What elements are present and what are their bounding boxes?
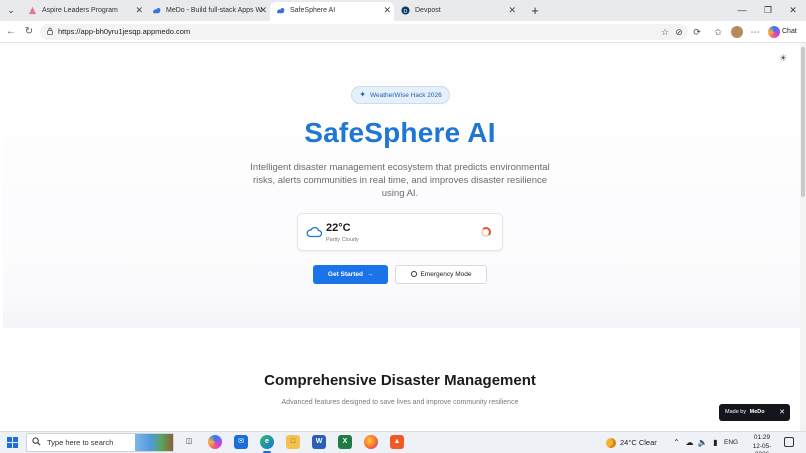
close-window-icon[interactable]: ✕ bbox=[785, 2, 801, 19]
word-icon[interactable]: W bbox=[312, 435, 326, 449]
url-text: https://app-bh0yru1jesqp.appmedo.com bbox=[58, 27, 191, 36]
sparkle-icon: ✦ bbox=[359, 90, 366, 99]
get-started-label: Get Started bbox=[327, 271, 363, 278]
copilot-icon bbox=[768, 26, 780, 38]
hackathon-badge: ✦ WeatherWise Hack 2026 bbox=[351, 86, 450, 104]
taskbar-search-box[interactable]: Type here to search bbox=[26, 433, 174, 452]
tab-title: SafeSphere AI bbox=[290, 7, 336, 14]
edge-browser-icon[interactable]: e bbox=[260, 435, 274, 449]
tracking-prevention-icon[interactable]: ⊘ bbox=[673, 26, 685, 38]
arrow-right-icon: → bbox=[364, 271, 374, 278]
extensions-icon[interactable]: ⟳ bbox=[691, 26, 703, 38]
favorites-icon[interactable]: ✩ bbox=[712, 26, 724, 38]
refresh-icon[interactable]: ↻ bbox=[22, 25, 36, 39]
aspire-icon bbox=[28, 6, 37, 15]
volume-icon[interactable]: 🔈 bbox=[697, 437, 708, 448]
windows-taskbar: Type here to search ◫ ✉ e □ W X ▲ 24°C C… bbox=[0, 431, 806, 453]
firefox-icon[interactable] bbox=[364, 435, 378, 449]
tab-aspire-leaders[interactable]: Aspire Leaders Program ✕ bbox=[22, 2, 146, 21]
tab-close-icon[interactable]: ✕ bbox=[135, 2, 143, 19]
tab-actions-chevron-icon[interactable]: ⌄ bbox=[4, 3, 18, 17]
profile-avatar[interactable] bbox=[731, 26, 743, 38]
scrollbar-thumb[interactable] bbox=[801, 47, 805, 197]
task-view-icon[interactable]: ◫ bbox=[182, 435, 196, 449]
loading-spinner-icon bbox=[481, 227, 491, 237]
made-by-medo-banner[interactable]: Made by MeDo ✕ bbox=[719, 404, 790, 421]
theme-toggle-sun-icon[interactable]: ☀ bbox=[777, 52, 789, 64]
search-placeholder: Type here to search bbox=[47, 438, 114, 447]
devpost-icon: D bbox=[401, 6, 410, 15]
emergency-mode-button[interactable]: Emergency Mode bbox=[395, 265, 487, 284]
copilot-chat-button[interactable]: Chat bbox=[768, 25, 797, 39]
banner-close-icon[interactable]: ✕ bbox=[779, 404, 785, 421]
get-started-button[interactable]: Get Started → bbox=[313, 265, 388, 284]
favorite-star-icon[interactable]: ☆ bbox=[659, 26, 671, 38]
tab-close-icon[interactable]: ✕ bbox=[508, 2, 516, 19]
svg-text:D: D bbox=[404, 9, 408, 15]
windows-start-icon[interactable] bbox=[7, 437, 18, 448]
new-tab-plus-icon[interactable]: + bbox=[528, 2, 542, 19]
alert-circle-icon bbox=[410, 271, 417, 277]
weather-temperature: 22°C bbox=[326, 222, 351, 234]
brave-browser-icon[interactable]: ▲ bbox=[390, 435, 404, 449]
medo-icon bbox=[276, 7, 285, 14]
cloud-icon bbox=[306, 226, 322, 238]
moon-icon bbox=[606, 438, 616, 448]
search-highlight-image bbox=[135, 434, 173, 451]
medo-icon bbox=[152, 7, 161, 14]
medo-brand: MeDo bbox=[749, 409, 765, 415]
page-scrollbar[interactable] bbox=[800, 43, 806, 431]
restore-icon[interactable]: ❐ bbox=[760, 2, 776, 19]
tab-close-icon[interactable]: ✕ bbox=[259, 2, 267, 19]
copilot-taskbar-icon[interactable] bbox=[208, 435, 222, 449]
section-subtitle: Advanced features designed to save lives… bbox=[281, 399, 519, 406]
tab-devpost[interactable]: D Devpost ✕ bbox=[395, 2, 519, 21]
chat-label: Chat bbox=[782, 28, 797, 35]
weather-condition: Partly Cloudy bbox=[326, 237, 359, 243]
tray-weather[interactable]: 24°C Clear bbox=[606, 432, 657, 453]
tab-title: Aspire Leaders Program bbox=[42, 7, 118, 14]
notifications-icon[interactable] bbox=[784, 437, 794, 447]
section-title: Comprehensive Disaster Management bbox=[264, 372, 536, 389]
made-by-prefix: Made by bbox=[725, 409, 747, 415]
page-subtitle: Intelligent disaster management ecosyste… bbox=[250, 162, 550, 199]
tab-safesphere[interactable]: SafeSphere AI ✕ bbox=[270, 2, 394, 21]
file-explorer-icon[interactable]: □ bbox=[286, 435, 300, 449]
clock[interactable]: 01:29 12-05-2026 bbox=[746, 434, 778, 453]
battery-icon[interactable]: ▮ bbox=[710, 437, 721, 448]
lock-icon bbox=[47, 27, 53, 35]
page-title: SafeSphere AI bbox=[304, 117, 496, 148]
more-menu-icon[interactable]: ⋯ bbox=[749, 26, 761, 38]
browser-toolbar: ← ↻ https://app-bh0yru1jesqp.appmedo.com… bbox=[0, 21, 806, 43]
tab-title: MeDo - Build full-stack Apps With bbox=[166, 7, 262, 14]
page-viewport: ☀ ✦ WeatherWise Hack 2026 SafeSphere AI I… bbox=[0, 43, 806, 431]
search-icon bbox=[32, 437, 41, 446]
cloud-sync-icon[interactable]: ☁ bbox=[684, 437, 695, 448]
clock-time: 01:29 bbox=[753, 434, 771, 441]
minimize-icon[interactable]: — bbox=[734, 2, 750, 19]
excel-icon[interactable]: X bbox=[338, 435, 352, 449]
badge-label: WeatherWise Hack 2026 bbox=[369, 92, 442, 99]
weather-card: 22°C Partly Cloudy bbox=[297, 213, 503, 251]
show-hidden-icons-chevron-icon[interactable]: ⌃ bbox=[671, 437, 682, 448]
tray-weather-text: 24°C Clear bbox=[620, 438, 657, 447]
tab-title: Devpost bbox=[415, 7, 441, 14]
browser-tab-strip: ⌄ Aspire Leaders Program ✕ MeDo - Build … bbox=[0, 0, 806, 21]
back-arrow-icon[interactable]: ← bbox=[4, 25, 18, 39]
mail-icon[interactable]: ✉ bbox=[234, 435, 248, 449]
language-indicator[interactable]: ENG bbox=[724, 432, 738, 453]
emergency-mode-label: Emergency Mode bbox=[420, 271, 472, 278]
address-bar[interactable]: https://app-bh0yru1jesqp.appmedo.com bbox=[40, 24, 688, 40]
clock-date: 12-05-2026 bbox=[752, 442, 772, 453]
tab-medo[interactable]: MeDo - Build full-stack Apps With ✕ bbox=[146, 2, 270, 21]
tab-close-icon[interactable]: ✕ bbox=[383, 2, 391, 19]
